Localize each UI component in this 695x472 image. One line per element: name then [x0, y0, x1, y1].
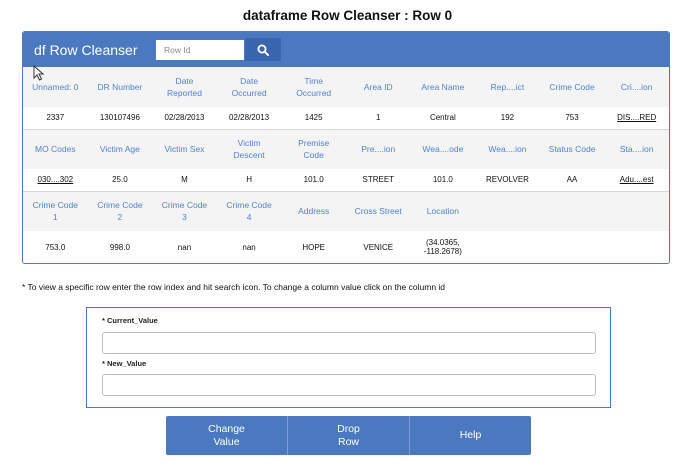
column-id[interactable]: Premise Code	[281, 129, 346, 169]
cell-value: 998.0	[87, 231, 153, 263]
column-id[interactable]: Location	[410, 191, 476, 231]
search-icon	[257, 44, 269, 56]
column-id[interactable]: Cross Street	[345, 191, 411, 231]
column-id[interactable]: Victim Age	[87, 129, 153, 169]
column-id[interactable]: Area Name	[410, 67, 476, 107]
value-row: 030....302 25.0 M H 101.0 STREET 101.0 R…	[23, 169, 669, 192]
change-value-button[interactable]: Change Value	[166, 416, 288, 455]
cell-value: 753	[539, 107, 605, 130]
empty-cell	[475, 231, 540, 263]
cell-value-link[interactable]: Adu....est	[604, 169, 669, 192]
panel-header: df Row Cleanser	[23, 32, 669, 67]
empty-cell	[539, 191, 605, 231]
cell-value: AA	[539, 169, 605, 192]
column-id[interactable]: Time Occurred	[281, 67, 346, 107]
column-id[interactable]: Sta....ion	[604, 129, 669, 169]
cell-value: 02/28/2013	[216, 107, 282, 130]
cell-value: 192	[475, 107, 540, 130]
new-value-label: * New_Value	[102, 359, 147, 368]
cell-value: HOPE	[281, 231, 346, 263]
column-id[interactable]: Date Occurred	[216, 67, 282, 107]
cell-value: STREET	[345, 169, 411, 192]
search-button[interactable]	[245, 38, 281, 61]
row-id-search-input[interactable]	[156, 39, 244, 60]
column-id[interactable]: Crime Code	[539, 67, 605, 107]
empty-cell	[475, 191, 540, 231]
cell-value: 130107496	[87, 107, 153, 130]
panel-title: df Row Cleanser	[34, 41, 138, 58]
column-id[interactable]: Rep....ict	[475, 67, 540, 107]
value-row: 753.0 998.0 nan nan HOPE VENICE (34.0365…	[23, 231, 669, 263]
cell-value: H	[216, 169, 282, 192]
cell-value: 1425	[281, 107, 346, 130]
action-button-bar: Change Value Drop Row Help	[166, 416, 531, 455]
cell-value: 101.0	[410, 169, 476, 192]
column-id[interactable]: Crime Code 2	[87, 191, 153, 231]
drop-row-button[interactable]: Drop Row	[288, 416, 410, 455]
cell-value-link[interactable]: 030....302	[23, 169, 88, 192]
column-id[interactable]: Crime Code 3	[152, 191, 217, 231]
cell-value: 753.0	[23, 231, 88, 263]
cell-value: 1	[345, 107, 411, 130]
column-id[interactable]: Area ID	[345, 67, 411, 107]
mouse-pointer-icon	[33, 65, 45, 81]
cell-value: M	[152, 169, 217, 192]
cell-value: VENICE	[345, 231, 411, 263]
empty-cell	[604, 231, 669, 263]
column-id[interactable]: Victim Sex	[152, 129, 217, 169]
page-title: dataframe Row Cleanser : Row 0	[242, 8, 453, 23]
column-id[interactable]: Cri....ion	[604, 67, 669, 107]
help-button[interactable]: Help	[410, 416, 531, 455]
column-id[interactable]: Address	[281, 191, 346, 231]
cell-value: 02/28/2013	[152, 107, 217, 130]
current-value-label: * Current_Value	[102, 316, 158, 325]
row-data-table: Unnamed: 0 DR Number Date Reported Date …	[23, 67, 669, 263]
cell-value: 2337	[23, 107, 88, 130]
current-value-input[interactable]	[102, 332, 596, 354]
new-value-input[interactable]	[102, 374, 596, 396]
value-row: 2337 130107496 02/28/2013 02/28/2013 142…	[23, 107, 669, 130]
cell-value: 101.0	[281, 169, 346, 192]
column-id[interactable]: MO Codes	[23, 129, 88, 169]
empty-cell	[604, 191, 669, 231]
row-cleanser-panel: df Row Cleanser Unnamed: 0 DR Number Dat…	[22, 31, 670, 264]
column-id[interactable]: Pre....ion	[345, 129, 411, 169]
column-id[interactable]: DR Number	[87, 67, 153, 107]
column-header-row: Unnamed: 0 DR Number Date Reported Date …	[23, 67, 669, 107]
column-id[interactable]: Crime Code 4	[216, 191, 282, 231]
column-id[interactable]: Status Code	[539, 129, 605, 169]
empty-cell	[539, 231, 605, 263]
column-id[interactable]: Victim Descent	[216, 129, 282, 169]
cell-value-link[interactable]: DIS....RED	[604, 107, 669, 130]
column-id[interactable]: Wea....ion	[475, 129, 540, 169]
cell-value: nan	[152, 231, 217, 263]
help-note: * To view a specific row enter the row i…	[22, 282, 446, 292]
column-id[interactable]: Wea....ode	[410, 129, 476, 169]
cell-value: REVOLVER	[475, 169, 540, 192]
cell-value: (34.0365, -118.2678)	[410, 231, 476, 263]
edit-value-form: * Current_Value * New_Value	[86, 307, 611, 408]
column-id[interactable]: Crime Code 1	[23, 191, 88, 231]
column-id[interactable]: Date Reported	[152, 67, 217, 107]
cell-value: nan	[216, 231, 282, 263]
column-header-row: Crime Code 1 Crime Code 2 Crime Code 3 C…	[23, 191, 669, 231]
cell-value: Central	[410, 107, 476, 130]
column-header-row: MO Codes Victim Age Victim Sex Victim De…	[23, 129, 669, 169]
cell-value: 25.0	[87, 169, 153, 192]
